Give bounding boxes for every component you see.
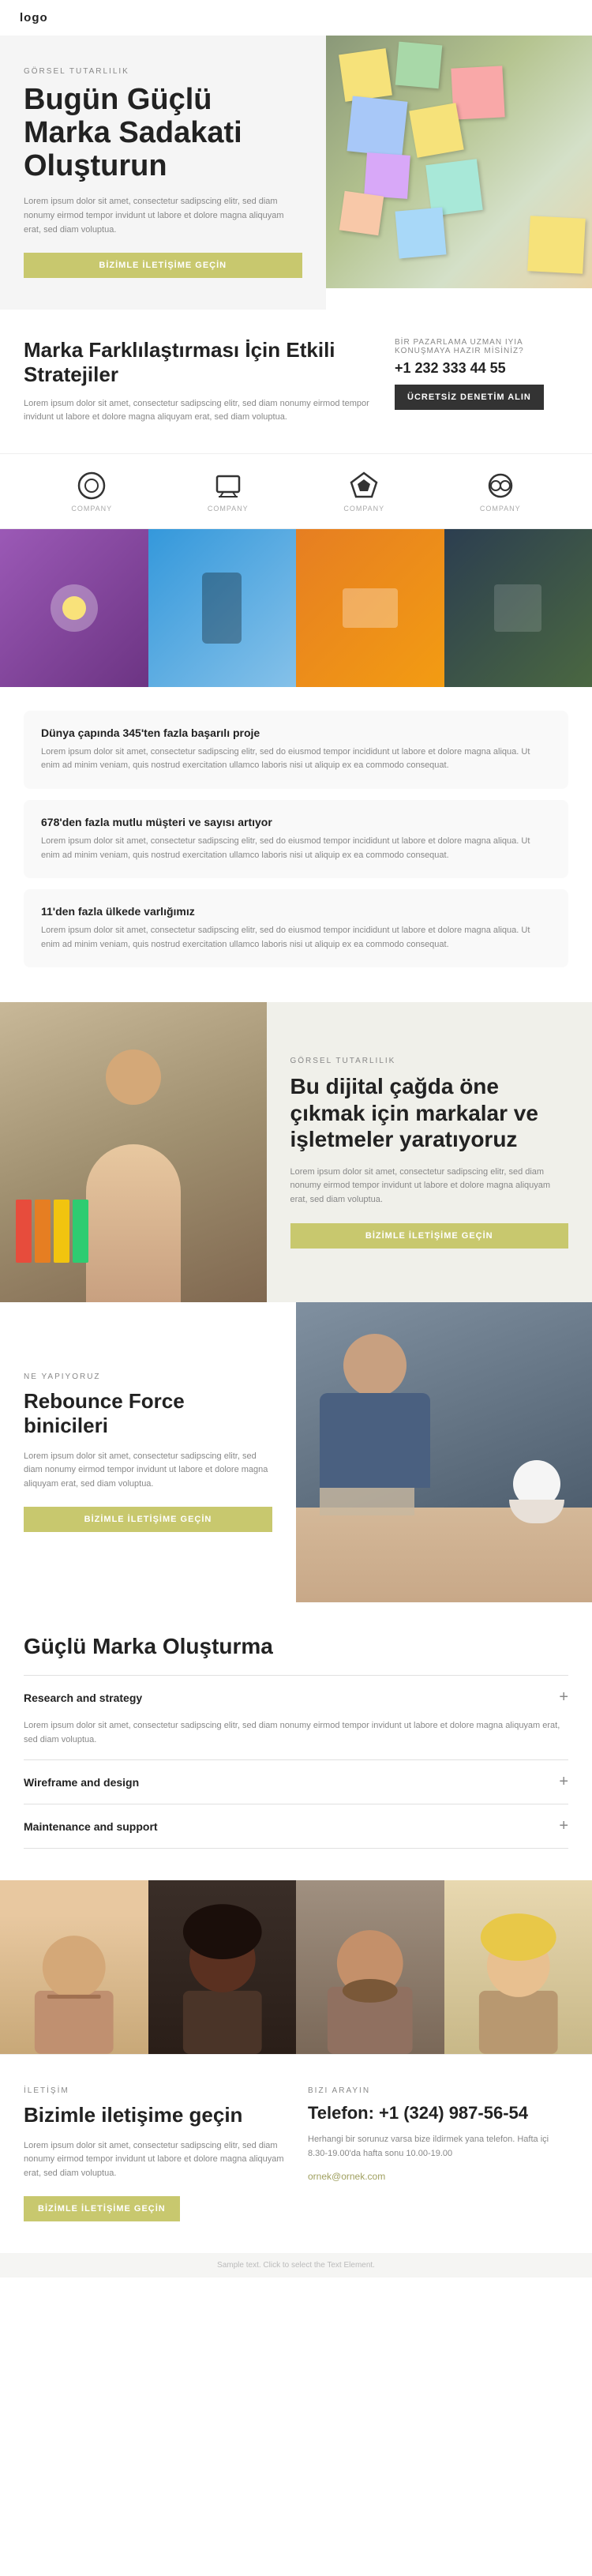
accordion-icon-2: + — [559, 1773, 568, 1791]
contact-email: ornek@ornek.com — [308, 2171, 568, 2182]
logo-label-3: COMPANY — [343, 505, 384, 513]
hero-content: GÖRSEL TUTARLILIK Bugün Güçlü Marka Sada… — [0, 36, 326, 310]
team-member-4 — [444, 1880, 592, 2054]
rebounce-content: NE YAPIYORUZ Rebounce Force binicileri L… — [0, 1302, 296, 1602]
contact-text: Lorem ipsum dolor sit amet, consectetur … — [24, 2139, 284, 2181]
rebounce-title: Rebounce Force binicileri — [24, 1389, 272, 1438]
digital-content: GÖRSEL TUTARLILIK Bu dijital çağda öne ç… — [267, 1002, 592, 1302]
contact-phone: Telefon: +1 (324) 987-56-54 — [308, 2103, 568, 2124]
stat-item-3: 11'den fazla ülkede varlığımız Lorem ips… — [24, 889, 568, 967]
digital-section: GÖRSEL TUTARLILIK Bu dijital çağda öne ç… — [0, 1002, 592, 1302]
brand-building-section: Güçlü Marka Oluşturma Research and strat… — [0, 1602, 592, 1880]
navbar: logo — [0, 0, 592, 36]
logo-label-2: COMPANY — [208, 505, 249, 513]
gallery-item-3 — [296, 529, 444, 687]
brand-text: Lorem ipsum dolor sit amet, consectetur … — [24, 397, 371, 425]
stat-text-2: Lorem ipsum dolor sit amet, consectetur … — [41, 835, 551, 862]
rebounce-image — [296, 1302, 592, 1602]
accordion-header-2[interactable]: Wireframe and design + — [24, 1760, 568, 1804]
contact-label: İLETİŞİM — [24, 2086, 284, 2095]
logo-icon-4 — [485, 470, 516, 501]
team-member-3 — [296, 1880, 444, 2054]
hero-image — [326, 36, 592, 310]
brand-content: Marka Farklılaştırması İçin Etkili Strat… — [24, 338, 371, 425]
stat-title-2: 678'den fazla mutlu müşteri ve sayısı ar… — [41, 816, 551, 828]
contact-right: BIZI ARAYIN Telefon: +1 (324) 987-56-54 … — [308, 2086, 568, 2221]
accordion-title-1: Research and strategy — [24, 1692, 142, 1704]
rebounce-label: NE YAPIYORUZ — [24, 1372, 272, 1381]
hero-section: GÖRSEL TUTARLILIK Bugün Güçlü Marka Sada… — [0, 36, 592, 310]
logo-item-1: COMPANY — [71, 470, 112, 513]
digital-cta-button[interactable]: BİZİMLE İLETİŞİME GEÇİN — [290, 1223, 569, 1249]
stat-item-2: 678'den fazla mutlu müşteri ve sayısı ar… — [24, 800, 568, 878]
logo-label-4: COMPANY — [480, 505, 521, 513]
accordion-icon-3: + — [559, 1817, 568, 1835]
contact-section: İLETİŞİM Bizimle iletişime geçin Lorem i… — [0, 2054, 592, 2253]
stat-item-1: Dünya çapında 345'ten fazla başarılı pro… — [24, 711, 568, 789]
team-member-1 — [0, 1880, 148, 2054]
logo-item-4: COMPANY — [480, 470, 521, 513]
stat-text-3: Lorem ipsum dolor sit amet, consectetur … — [41, 924, 551, 952]
brand-right-label: BİR PAZARLAMA UZMAN IYIA KONUŞMAYA HAZIR… — [395, 338, 568, 355]
logo-icon-2 — [212, 470, 244, 501]
hero-cta-button[interactable]: BİZİMLE İLETİŞİME GEÇİN — [24, 253, 302, 278]
brand-building-title: Güçlü Marka Oluşturma — [24, 1634, 568, 1659]
stat-title-1: Dünya çapında 345'ten fazla başarılı pro… — [41, 727, 551, 739]
accordion-icon-1: + — [559, 1688, 568, 1707]
hero-title: Bugün Güçlü Marka Sadakati Oluşturun — [24, 84, 302, 182]
logo-item-2: COMPANY — [208, 470, 249, 513]
accordion-item-2: Wireframe and design + — [24, 1759, 568, 1804]
team-member-2 — [148, 1880, 297, 2054]
logos-row: COMPANY COMPANY COMPANY — [0, 453, 592, 529]
accordion-body-1: Lorem ipsum dolor sit amet, consectetur … — [24, 1719, 568, 1759]
brand-differentiation-section: Marka Farklılaştırması İçin Etkili Strat… — [0, 310, 592, 453]
brand-cta: BİR PAZARLAMA UZMAN IYIA KONUŞMAYA HAZIR… — [395, 338, 568, 410]
gallery — [0, 529, 592, 687]
stat-text-1: Lorem ipsum dolor sit amet, consectetur … — [41, 745, 551, 773]
footer: Sample text. Click to select the Text El… — [0, 2253, 592, 2277]
brand-title: Marka Farklılaştırması İçin Etkili Strat… — [24, 338, 371, 387]
gallery-item-2 — [148, 529, 297, 687]
accordion-title-2: Wireframe and design — [24, 1776, 139, 1789]
hero-text: Lorem ipsum dolor sit amet, consectetur … — [24, 195, 302, 237]
rebounce-section: NE YAPIYORUZ Rebounce Force binicileri L… — [0, 1302, 592, 1602]
digital-text: Lorem ipsum dolor sit amet, consectetur … — [290, 1166, 569, 1207]
contact-right-label: BIZI ARAYIN — [308, 2086, 568, 2095]
gallery-item-4 — [444, 529, 592, 687]
hero-label: GÖRSEL TUTARLILIK — [24, 67, 302, 76]
accordion-item-1: Research and strategy + Lorem ipsum dolo… — [24, 1675, 568, 1759]
contact-cta-button[interactable]: BİZİMLE İLETİŞİME GEÇİN — [24, 2196, 180, 2221]
stats-section: Dünya çapında 345'ten fazla başarılı pro… — [0, 687, 592, 1003]
digital-label: GÖRSEL TUTARLILIK — [290, 1057, 569, 1065]
gallery-item-1 — [0, 529, 148, 687]
contact-content: İLETİŞİM Bizimle iletişime geçin Lorem i… — [24, 2086, 284, 2221]
contact-desc: Herhangi bir sorunuz varsa bize ildirmek… — [308, 2133, 568, 2161]
footer-text: Sample text. Click to select the Text El… — [24, 2261, 568, 2270]
accordion-text-1: Lorem ipsum dolor sit amet, consectetur … — [24, 1719, 568, 1747]
accordion-title-3: Maintenance and support — [24, 1820, 158, 1833]
free-audit-button[interactable]: ÜCRETSİZ DENETİM ALIN — [395, 385, 544, 410]
logo: logo — [20, 11, 48, 24]
team-section — [0, 1880, 592, 2054]
rebounce-cta-button[interactable]: BİZİMLE İLETİŞİME GEÇİN — [24, 1507, 272, 1532]
logo-item-3: COMPANY — [343, 470, 384, 513]
logo-label-1: COMPANY — [71, 505, 112, 513]
logo-icon-1 — [76, 470, 107, 501]
digital-image — [0, 1002, 267, 1302]
accordion-header-1[interactable]: Research and strategy + — [24, 1676, 568, 1719]
stat-title-3: 11'den fazla ülkede varlığımız — [41, 905, 551, 918]
rebounce-text: Lorem ipsum dolor sit amet, consectetur … — [24, 1450, 272, 1492]
accordion-item-3: Maintenance and support + — [24, 1804, 568, 1849]
logo-icon-3 — [348, 470, 380, 501]
accordion-header-3[interactable]: Maintenance and support + — [24, 1804, 568, 1848]
digital-title: Bu dijital çağda öne çıkmak için markala… — [290, 1073, 569, 1153]
contact-title: Bizimle iletişime geçin — [24, 2103, 284, 2127]
brand-phone: +1 232 333 44 55 — [395, 360, 568, 377]
